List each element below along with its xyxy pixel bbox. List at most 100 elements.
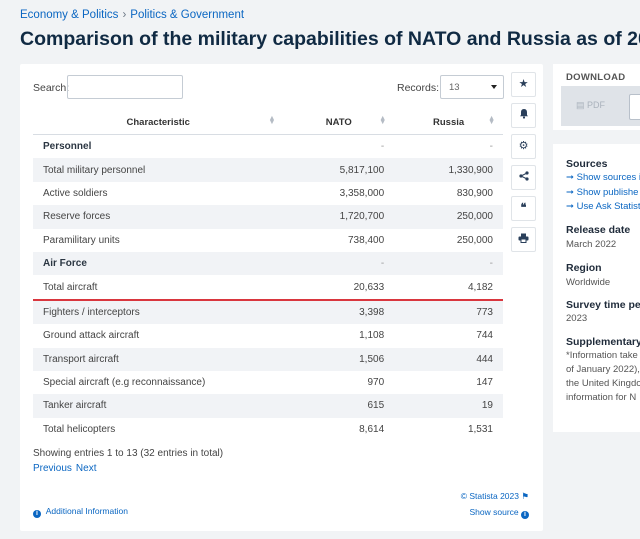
notification-button[interactable] bbox=[511, 103, 536, 128]
table-row: Tanker aircraft 615 19 bbox=[33, 394, 503, 418]
nato-value: - bbox=[380, 141, 385, 153]
star-icon: ★ bbox=[518, 78, 529, 90]
russia-value: 773 bbox=[394, 299, 503, 325]
next-link[interactable]: Next bbox=[76, 463, 97, 474]
release-date-value: March 2022 bbox=[566, 239, 617, 250]
nato-value: 20,633 bbox=[283, 275, 395, 301]
row-label: Personnel bbox=[43, 141, 92, 153]
row-label: Ground attack aircraft bbox=[43, 330, 140, 342]
column-header-russia[interactable]: Russia ▲ ▼ bbox=[394, 110, 503, 135]
russia-value: 4,182 bbox=[394, 275, 503, 301]
region-value: Worldwide bbox=[566, 277, 611, 288]
previous-link[interactable]: Previous bbox=[33, 463, 72, 474]
details-panel: Sources ➞ Show sources i ➞ Show publishe… bbox=[553, 144, 640, 432]
cite-button[interactable]: ❝ bbox=[511, 196, 536, 221]
download-panel: DOWNLOAD ▤ PDF bbox=[553, 64, 640, 130]
pagination: Previous Next bbox=[33, 463, 100, 474]
favorite-button[interactable]: ★ bbox=[511, 72, 536, 97]
table-row: Active soldiers 3,358,000 830,900 bbox=[33, 182, 503, 205]
russia-value: 250,000 bbox=[394, 205, 503, 229]
supplementary-text-line: *Information take bbox=[566, 350, 638, 361]
row-label: Transport aircraft bbox=[33, 347, 284, 371]
download-title: DOWNLOAD bbox=[566, 72, 626, 83]
russia-value: 830,900 bbox=[456, 187, 493, 199]
statistic-card: Search: Records: 13 Characteristic ▲ ▼ NAT… bbox=[20, 64, 543, 531]
supplementary-text-line: the United Kingdo bbox=[566, 378, 640, 389]
russia-value: 19 bbox=[394, 394, 503, 418]
sources-title: Sources bbox=[566, 158, 608, 170]
sort-icon: ▲ ▼ bbox=[268, 115, 276, 126]
print-icon bbox=[518, 233, 529, 243]
row-label: Tanker aircraft bbox=[33, 394, 284, 418]
table-row: Fighters / interceptors 3,398 773 bbox=[33, 299, 503, 325]
row-label: Paramilitary units bbox=[43, 234, 120, 246]
entries-info: Showing entries 1 to 13 (32 entries in t… bbox=[33, 448, 224, 459]
russia-value: 1,531 bbox=[467, 423, 493, 435]
gear-icon: ⚙ bbox=[518, 140, 529, 152]
flag-icon: ⚑ bbox=[521, 491, 529, 501]
print-button[interactable] bbox=[511, 227, 536, 252]
page-title: Comparison of the military capabilities … bbox=[20, 28, 640, 50]
records-label: Records: bbox=[397, 82, 440, 94]
nato-value: 3,358,000 bbox=[339, 187, 385, 199]
nato-value: 1,720,700 bbox=[283, 205, 395, 229]
region-title: Region bbox=[566, 262, 602, 274]
row-label: Reserve forces bbox=[33, 205, 284, 229]
breadcrumb-politics-government[interactable]: Politics & Government bbox=[130, 9, 244, 21]
row-label: Special aircraft (e.g reconnaissance) bbox=[43, 377, 206, 389]
russia-value: 1,330,900 bbox=[394, 158, 503, 182]
quote-icon: ❝ bbox=[520, 202, 527, 214]
breadcrumb: Economy & Politics › Politics & Government bbox=[20, 9, 244, 21]
breadcrumb-separator: › bbox=[122, 9, 127, 21]
records-select[interactable]: 13 bbox=[440, 75, 504, 99]
info-icon: i bbox=[33, 510, 41, 518]
sort-icon: ▲ ▼ bbox=[379, 115, 387, 126]
nato-value: 1,108 bbox=[359, 330, 385, 342]
breadcrumb-economy-politics[interactable]: Economy & Politics bbox=[20, 9, 118, 21]
table-row-highlighted: Total aircraft 20,633 4,182 bbox=[33, 275, 503, 301]
column-header-characteristic[interactable]: Characteristic ▲ ▼ bbox=[33, 110, 284, 135]
pdf-download-button[interactable]: ▤ PDF bbox=[576, 100, 605, 111]
nato-value: 5,817,100 bbox=[283, 158, 395, 182]
nato-value: 615 bbox=[283, 394, 395, 418]
search-label: Search: bbox=[33, 82, 70, 94]
supplementary-text-line: information for N bbox=[566, 392, 637, 403]
row-label: Active soldiers bbox=[43, 187, 108, 199]
nato-value: 3,398 bbox=[283, 299, 395, 325]
nato-value: 8,614 bbox=[359, 423, 385, 435]
table-row: Transport aircraft 1,506 444 bbox=[33, 347, 503, 371]
arrow-right-icon: ➞ bbox=[566, 172, 574, 183]
additional-information-link[interactable]: i Additional Information bbox=[33, 506, 128, 518]
show-publisher-link[interactable]: ➞ Show publishe bbox=[566, 187, 638, 198]
show-sources-link[interactable]: ➞ Show sources i bbox=[566, 172, 640, 183]
row-label: Total aircraft bbox=[33, 275, 284, 301]
row-label: Fighters / interceptors bbox=[33, 299, 284, 325]
table-row: Paramilitary units 738,400 250,000 bbox=[33, 229, 503, 252]
arrow-right-icon: ➞ bbox=[566, 187, 574, 198]
ask-statista-link[interactable]: ➞ Use Ask Statist bbox=[566, 201, 640, 212]
row-label: Total military personnel bbox=[33, 158, 284, 182]
show-source-link[interactable]: Show source i bbox=[469, 507, 529, 519]
table-row: Air Force - - bbox=[33, 251, 503, 276]
russia-value: - bbox=[489, 141, 493, 153]
survey-time-value: 2023 bbox=[566, 313, 588, 324]
survey-time-title: Survey time pe bbox=[566, 299, 640, 311]
search-input[interactable] bbox=[67, 75, 183, 99]
nato-value: 1,506 bbox=[283, 347, 395, 371]
arrow-right-icon: ➞ bbox=[566, 201, 574, 212]
download-option-button[interactable] bbox=[629, 94, 640, 120]
bell-icon bbox=[519, 109, 528, 119]
sort-icon: ▲ ▼ bbox=[488, 115, 495, 126]
chevron-down-icon bbox=[491, 85, 497, 89]
settings-button[interactable]: ⚙ bbox=[511, 134, 536, 159]
data-table: Characteristic ▲ ▼ NATO ▲ ▼ Russia ▲ ▼ Personn… bbox=[33, 110, 503, 441]
share-button[interactable] bbox=[511, 165, 536, 190]
table-row: Total military personnel 5,817,100 1,330,9… bbox=[33, 158, 503, 182]
table-row: Reserve forces 1,720,700 250,000 bbox=[33, 205, 503, 229]
file-icon: ▤ bbox=[576, 100, 585, 110]
statista-copyright[interactable]: © Statista 2023 ⚑ bbox=[461, 491, 529, 502]
column-header-nato[interactable]: NATO ▲ ▼ bbox=[283, 110, 395, 135]
release-date-title: Release date bbox=[566, 224, 631, 236]
supplementary-title: Supplementary bbox=[566, 336, 640, 348]
table-row: Total helicopters 8,614 1,531 bbox=[33, 418, 503, 441]
